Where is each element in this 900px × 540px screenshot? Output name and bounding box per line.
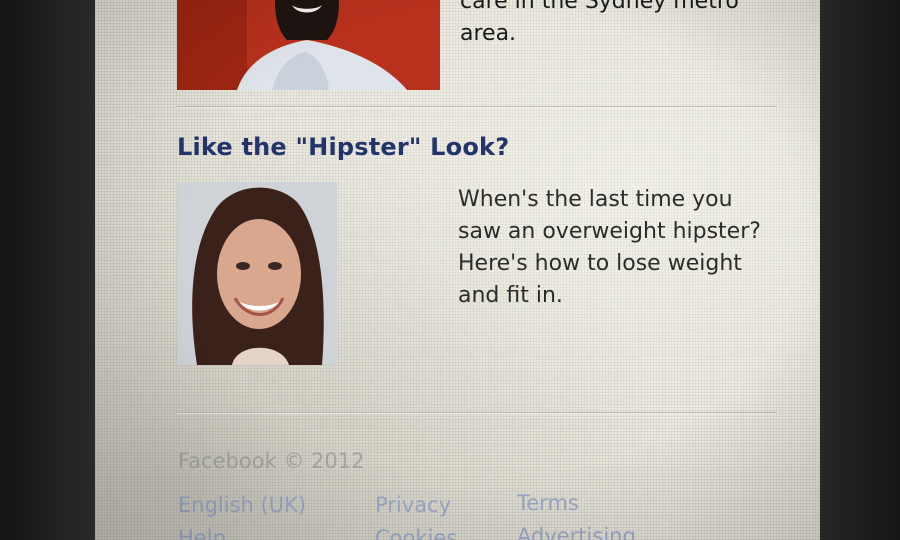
footer-link-advertising[interactable]: Advertising (517, 524, 636, 540)
monitor-bezel-right (820, 0, 900, 540)
woman-portrait-red-background-icon (177, 0, 440, 90)
footer-link-cookies[interactable]: Cookies (375, 526, 457, 540)
smiling-woman-portrait-icon (177, 182, 337, 365)
footer-link-help[interactable]: Help (178, 526, 226, 540)
ad-body-text: care in the Sydney metro area. (460, 0, 739, 46)
monitor-bezel-left (0, 0, 95, 540)
footer-link-language[interactable]: English (UK) (178, 493, 306, 517)
footer-divider (177, 412, 777, 413)
facebook-ads-sidebar: care in the Sydney metro area. Like the … (95, 0, 820, 540)
ad-image-woman-red[interactable] (177, 0, 440, 90)
footer-link-terms[interactable]: Terms (517, 491, 579, 515)
ad-body-text: When's the last time you saw an overweig… (458, 187, 761, 308)
footer-link-privacy[interactable]: Privacy (375, 493, 451, 517)
ad-image-smiling-woman[interactable] (177, 182, 337, 365)
ad-divider (177, 106, 777, 107)
ad-title-link[interactable]: Like the "Hipster" Look? (177, 133, 509, 161)
footer-copyright: Facebook © 2012 (178, 449, 365, 473)
